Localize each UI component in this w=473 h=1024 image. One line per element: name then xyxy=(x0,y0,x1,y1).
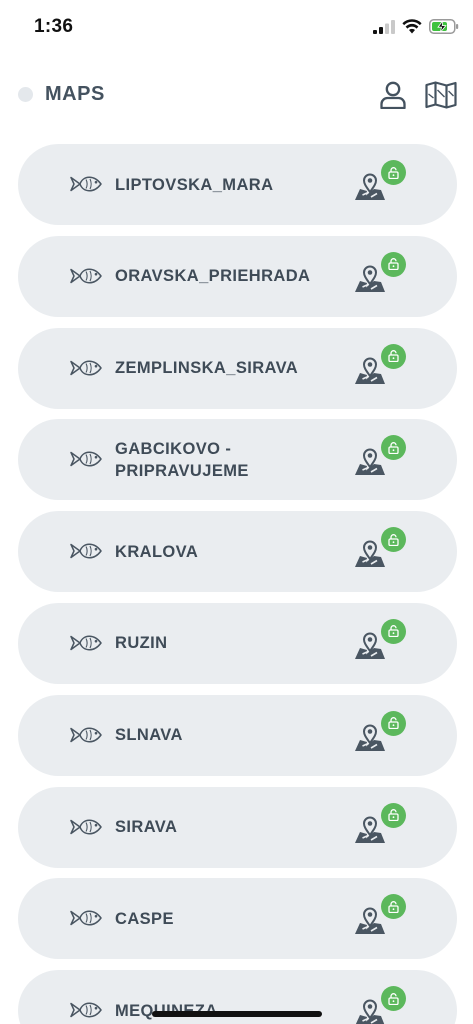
map-list-item-5[interactable]: KRALOVA xyxy=(18,511,457,593)
home-indicator xyxy=(152,1011,322,1017)
profile-button[interactable] xyxy=(376,78,410,112)
map-view-button[interactable] xyxy=(424,78,458,112)
map-name: LIPTOVSKA_MARA xyxy=(115,175,274,194)
fish-icon xyxy=(70,819,102,835)
unlock-icon xyxy=(388,258,399,271)
unlock-icon xyxy=(388,166,399,179)
fish-icon xyxy=(70,268,102,284)
unlock-icon xyxy=(388,625,399,638)
map-list-item-6[interactable]: RUZIN xyxy=(18,602,457,684)
maps-list: LIPTOVSKA_MARA ORAVSKA_PRIEHRADA ZEMPLIN… xyxy=(18,144,457,1024)
unlock-icon xyxy=(388,533,399,546)
unlock-icon xyxy=(388,809,399,822)
map-name: ZEMPLINSKA_SIRAVA xyxy=(115,359,299,378)
map-list-item-8[interactable]: SIRAVA xyxy=(18,786,457,868)
unlocked-badge xyxy=(381,986,406,1012)
map-name: SIRAVA xyxy=(115,818,178,837)
user-icon xyxy=(380,81,406,109)
status-icons xyxy=(373,19,459,34)
map-name: SLNAVA xyxy=(115,726,183,745)
map-name: RUZIN xyxy=(115,634,168,653)
unlock-icon xyxy=(388,900,399,913)
fish-icon xyxy=(70,727,102,743)
map-list-item-1[interactable]: LIPTOVSKA_MARA xyxy=(18,144,457,225)
battery-charging-icon xyxy=(429,19,459,34)
unlocked-badge xyxy=(381,710,406,736)
map-list-item-2[interactable]: ORAVSKA_PRIEHRADA xyxy=(18,235,457,317)
fish-icon xyxy=(70,635,102,651)
folded-map-icon xyxy=(425,81,457,109)
status-bar: 1:36 xyxy=(0,0,473,56)
status-time: 1:36 xyxy=(34,16,74,37)
unlock-icon xyxy=(388,992,399,1005)
map-name: GABCIKOVO - PRIPRAVUJEME xyxy=(115,439,249,480)
unlocked-badge xyxy=(381,618,406,644)
fish-icon xyxy=(70,910,102,926)
maps-screen: 1:36 MAPS LIPTOVSKA_MARA ORAVSKA_PRIEHRA… xyxy=(0,0,473,1024)
unlock-icon xyxy=(388,350,399,363)
fish-icon xyxy=(70,360,102,376)
unlocked-badge xyxy=(381,160,406,185)
unlocked-badge xyxy=(381,435,406,461)
unlock-icon xyxy=(388,441,399,454)
map-name: ORAVSKA_PRIEHRADA xyxy=(115,267,311,286)
unlocked-badge xyxy=(381,527,406,553)
fish-icon xyxy=(70,543,102,559)
map-list-item-3[interactable]: ZEMPLINSKA_SIRAVA xyxy=(18,327,457,409)
map-list-item-9[interactable]: CASPE xyxy=(18,878,457,960)
app-header: MAPS xyxy=(0,70,473,118)
map-list-item-4[interactable]: GABCIKOVO - PRIPRAVUJEME xyxy=(18,419,457,501)
fish-icon xyxy=(70,176,102,192)
map-list-item-7[interactable]: SLNAVA xyxy=(18,694,457,776)
map-name: KRALOVA xyxy=(115,542,199,561)
unlocked-badge xyxy=(381,343,406,369)
page-title: MAPS xyxy=(45,83,105,105)
fish-icon xyxy=(70,451,102,467)
unlocked-badge xyxy=(381,251,406,277)
unlocked-badge xyxy=(381,894,406,920)
map-name: CASPE xyxy=(115,909,174,928)
unlock-icon xyxy=(388,717,399,730)
fish-icon xyxy=(70,1002,102,1018)
status-dot xyxy=(18,87,33,102)
wifi-icon xyxy=(402,19,422,34)
unlocked-badge xyxy=(381,802,406,828)
cellular-signal-icon xyxy=(373,19,395,34)
